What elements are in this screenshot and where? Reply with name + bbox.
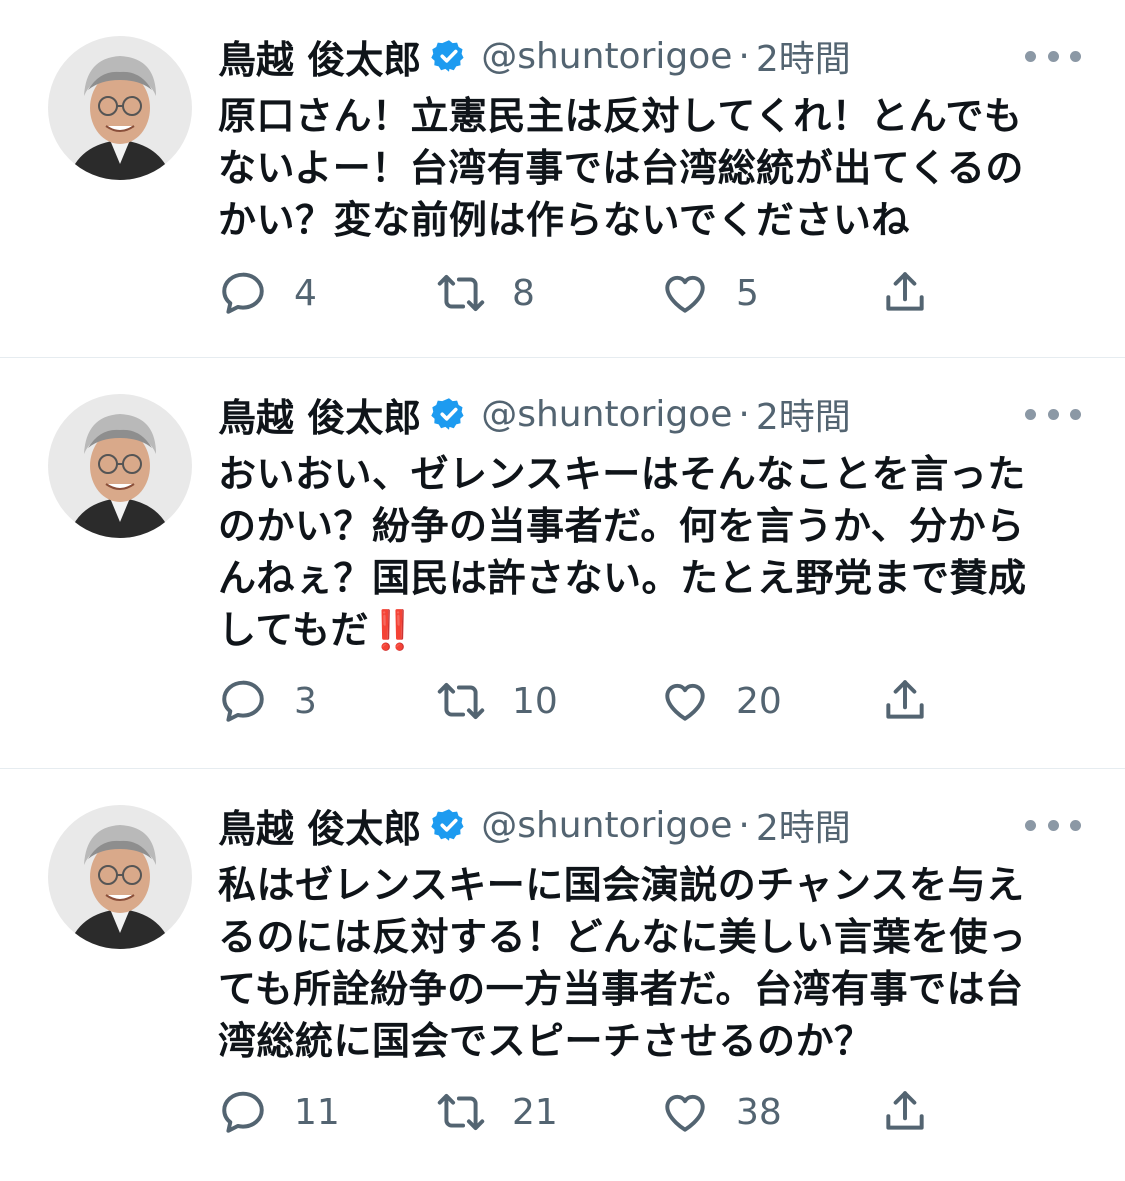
timestamp[interactable]: 2時間 <box>756 30 851 82</box>
tweet-actions: 11 21 38 <box>218 1082 938 1142</box>
tweet-text: 私はゼレンスキーに国会演説のチャンスを与えるのには反対する！どんなに美しい言葉を… <box>218 859 1058 1067</box>
tweet-text-body: おいおい、ゼレンスキーはそんなことを言ったのかい？紛争の当事者だ。何を言うか、分… <box>218 452 1027 652</box>
separator-dot: · <box>738 804 750 846</box>
tweet-header: 鳥越 俊太郎 @shuntorigoe · 2時間 <box>218 384 851 444</box>
tweet[interactable]: 鳥越 俊太郎 @shuntorigoe · 2時間 原口さん！立憲民主は反対して… <box>0 0 1125 358</box>
more-options-icon[interactable] <box>1025 406 1081 422</box>
author-name[interactable]: 鳥越 俊太郎 <box>218 29 421 84</box>
like-count: 38 <box>736 1091 782 1133</box>
author-handle[interactable]: @shuntorigoe <box>481 394 732 435</box>
share-button[interactable] <box>880 671 930 731</box>
author-handle[interactable]: @shuntorigoe <box>481 805 732 846</box>
heart-icon <box>665 275 705 313</box>
verified-badge-icon <box>431 398 464 430</box>
retweet-count: 21 <box>512 1091 558 1133</box>
share-button[interactable] <box>880 263 930 323</box>
retweet-count: 10 <box>512 680 558 722</box>
retweet-button[interactable]: 8 <box>436 263 535 323</box>
verified-badge-icon <box>431 809 464 841</box>
tweet-actions: 3 10 20 <box>218 671 938 731</box>
verified-badge-icon <box>431 40 464 72</box>
retweet-button[interactable]: 21 <box>436 1082 558 1142</box>
avatar[interactable] <box>48 36 192 180</box>
avatar[interactable] <box>48 805 192 949</box>
tweet-header: 鳥越 俊太郎 @shuntorigoe · 2時間 <box>218 26 851 86</box>
retweet-icon <box>437 682 485 720</box>
like-button[interactable]: 5 <box>660 263 759 323</box>
author-handle[interactable]: @shuntorigoe <box>481 36 732 77</box>
reply-button[interactable]: 11 <box>218 1082 340 1142</box>
separator-dot: · <box>738 393 750 435</box>
like-count: 5 <box>736 272 759 314</box>
reply-count: 11 <box>294 1091 340 1133</box>
reply-icon <box>222 272 264 314</box>
reply-button[interactable]: 3 <box>218 671 317 731</box>
reply-count: 3 <box>294 680 317 722</box>
avatar[interactable] <box>48 394 192 538</box>
more-options-icon[interactable] <box>1025 817 1081 833</box>
timestamp[interactable]: 2時間 <box>756 388 851 440</box>
tweet[interactable]: 鳥越 俊太郎 @shuntorigoe · 2時間 私はゼレンスキーに国会演説の… <box>0 769 1125 1181</box>
timeline: 鳥越 俊太郎 @shuntorigoe · 2時間 原口さん！立憲民主は反対して… <box>0 0 1125 1181</box>
tweet-text: 原口さん！立憲民主は反対してくれ！とんでもないよー！台湾有事では台湾総統が出てく… <box>218 90 1058 246</box>
tweet-text-body: 原口さん！立憲民主は反対してくれ！とんでもないよー！台湾有事では台湾総統が出てく… <box>218 94 1024 242</box>
like-count: 20 <box>736 680 782 722</box>
reply-icon <box>222 680 264 722</box>
reply-count: 4 <box>294 272 317 314</box>
retweet-count: 8 <box>512 272 535 314</box>
tweet-header: 鳥越 俊太郎 @shuntorigoe · 2時間 <box>218 795 851 855</box>
tweet-actions: 4 8 5 <box>218 263 938 323</box>
like-button[interactable]: 20 <box>660 671 782 731</box>
share-button[interactable] <box>880 1082 930 1142</box>
reply-icon <box>222 1091 264 1133</box>
heart-icon <box>665 1094 705 1132</box>
heart-icon <box>665 683 705 721</box>
share-icon <box>886 680 924 719</box>
tweet-text-body: 私はゼレンスキーに国会演説のチャンスを与えるのには反対する！どんなに美しい言葉を… <box>218 863 1027 1063</box>
retweet-icon <box>437 274 485 312</box>
retweet-button[interactable]: 10 <box>436 671 558 731</box>
share-icon <box>886 272 924 311</box>
tweet-text: おいおい、ゼレンスキーはそんなことを言ったのかい？紛争の当事者だ。何を言うか、分… <box>218 448 1058 656</box>
like-button[interactable]: 38 <box>660 1082 782 1142</box>
share-icon <box>886 1091 924 1130</box>
reply-button[interactable]: 4 <box>218 263 317 323</box>
timestamp[interactable]: 2時間 <box>756 799 851 851</box>
retweet-icon <box>437 1093 485 1131</box>
author-name[interactable]: 鳥越 俊太郎 <box>218 387 421 442</box>
tweet[interactable]: 鳥越 俊太郎 @shuntorigoe · 2時間 おいおい、ゼレンスキーはそん… <box>0 358 1125 769</box>
separator-dot: · <box>738 35 750 77</box>
author-name[interactable]: 鳥越 俊太郎 <box>218 798 421 853</box>
double-exclamation-emoji: ‼️ <box>368 608 416 652</box>
more-options-icon[interactable] <box>1025 48 1081 64</box>
